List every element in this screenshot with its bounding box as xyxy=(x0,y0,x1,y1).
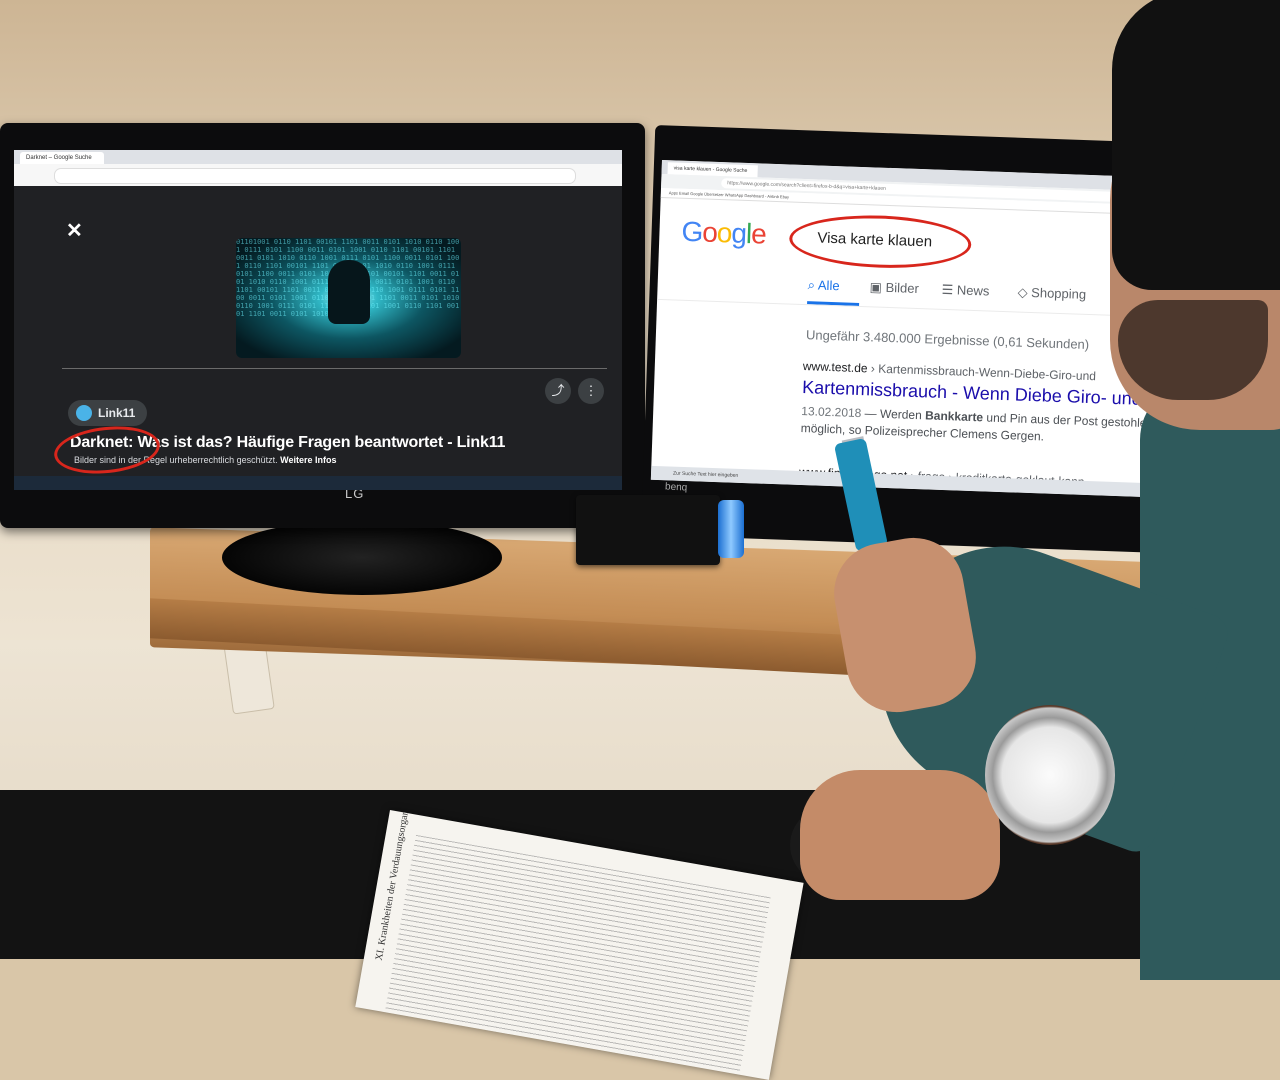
source-label: Link11 xyxy=(98,406,136,420)
logo-letter: o xyxy=(701,216,718,248)
person-beard xyxy=(1118,300,1268,400)
logo-letter: g xyxy=(730,217,747,249)
image-icon: ▣ xyxy=(869,279,886,295)
darknet-hacker-image[interactable]: 01101001 0110 1101 00101 1101 0011 0101 … xyxy=(236,238,461,358)
browser-tabbar: Darknet – Google Suche xyxy=(14,150,622,164)
tab-label: Alle xyxy=(817,277,840,294)
result-date: 13.02.2018 xyxy=(801,404,862,421)
source-chip[interactable]: Link11 xyxy=(68,400,148,426)
more-options-icon[interactable]: ⋮ xyxy=(578,378,604,404)
result-stats: Ungefähr 3.480.000 Ergebnisse (0,61 Seku… xyxy=(805,327,1090,353)
browser-tab[interactable]: Darknet – Google Suche xyxy=(20,152,104,164)
address-bar[interactable] xyxy=(54,168,576,184)
tab-news[interactable]: ☰ News xyxy=(941,282,989,300)
mini-pc xyxy=(576,495,720,565)
result-domain: www.test.de xyxy=(802,359,868,376)
news-icon: ☰ xyxy=(941,281,958,298)
share-icon[interactable]: ⤴ xyxy=(545,378,571,404)
globe-icon xyxy=(76,405,92,421)
tab-label: News xyxy=(956,282,990,299)
black-beanie xyxy=(1112,0,1280,290)
tab-shopping[interactable]: ◇ Shopping xyxy=(1017,284,1086,302)
logo-letter: o xyxy=(716,216,732,249)
tab-label: Bilder xyxy=(885,279,920,297)
more-info-link[interactable]: Weitere Infos xyxy=(280,455,336,465)
left-monitor-stand xyxy=(222,520,502,595)
viewer-divider xyxy=(62,368,607,369)
browser-toolbar xyxy=(14,164,622,186)
paper-text-lines xyxy=(384,834,771,1075)
tab-all[interactable]: ⌕ Alle xyxy=(807,277,839,294)
windows-taskbar xyxy=(14,476,622,490)
tab-label: Shopping xyxy=(1030,284,1087,302)
benq-logo: benq xyxy=(664,481,688,494)
logo-letter: G xyxy=(680,215,703,248)
snippet-text: — Werden xyxy=(861,406,926,423)
close-icon[interactable]: ✕ xyxy=(66,218,83,243)
wristwatch xyxy=(985,705,1115,845)
snippet-highlight: Bankkarte xyxy=(924,408,984,425)
hand-on-mouse xyxy=(800,770,1000,900)
google-logo[interactable]: Google xyxy=(681,216,766,251)
title-rest: Was ist das? Häufige Fragen beantwortet … xyxy=(133,434,506,451)
tab-images[interactable]: ▣ Bilder xyxy=(869,279,919,297)
hooded-figure xyxy=(328,260,370,324)
logo-letter: e xyxy=(750,218,767,250)
tag-icon: ◇ xyxy=(1017,284,1032,300)
spray-bottle xyxy=(718,500,744,558)
